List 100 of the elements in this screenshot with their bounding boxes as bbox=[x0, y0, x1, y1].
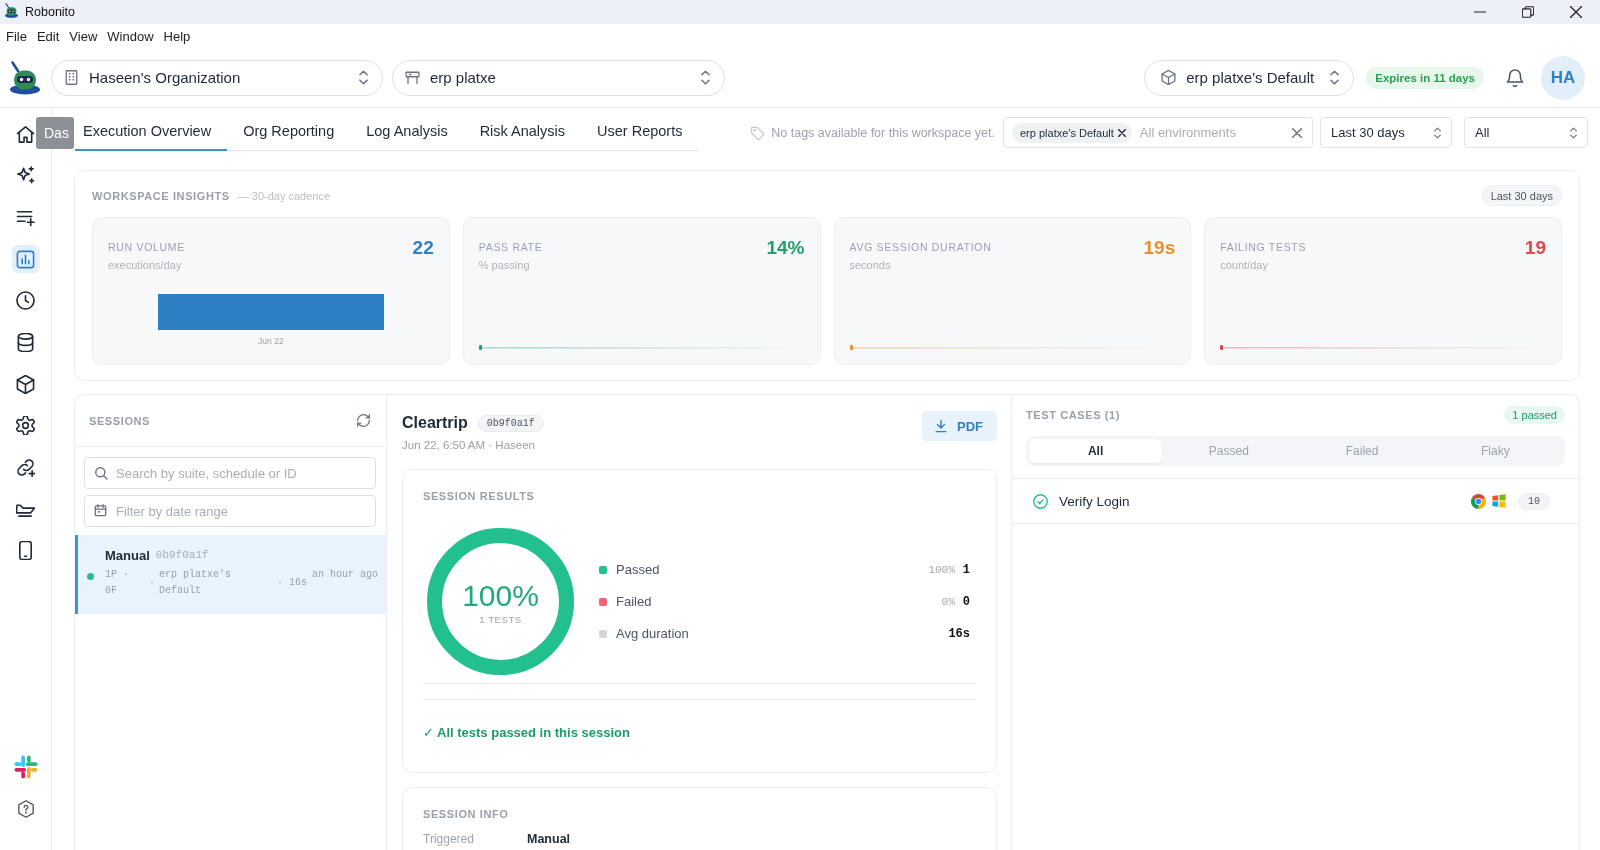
legend-count: 16s bbox=[948, 626, 970, 641]
session-meta: erp platxe's Default bbox=[159, 568, 232, 598]
legend-count: 0 bbox=[962, 594, 970, 609]
bar-chart-icon bbox=[16, 249, 35, 269]
link-plus-icon bbox=[16, 458, 35, 477]
gear-icon bbox=[16, 416, 35, 436]
calendar-icon bbox=[94, 504, 107, 517]
menu-item[interactable]: File bbox=[1, 25, 32, 47]
tooltip: Das bbox=[36, 117, 74, 149]
menu-item[interactable]: Window bbox=[102, 25, 159, 47]
section-title: WORKSPACE INSIGHTS bbox=[92, 189, 230, 202]
metric-unit: count/day bbox=[1220, 258, 1269, 272]
tab[interactable]: Execution Overview bbox=[75, 113, 228, 151]
bell-icon[interactable] bbox=[1506, 68, 1524, 87]
session-meta: · bbox=[149, 576, 156, 590]
menu-item[interactable]: View bbox=[64, 25, 103, 47]
date-range-select[interactable]: Last 30 days bbox=[1320, 117, 1452, 148]
sparkles-icon bbox=[16, 166, 35, 186]
cube-icon bbox=[1161, 70, 1177, 85]
session-meta: · 16s bbox=[277, 576, 307, 590]
user-avatar[interactable]: HA bbox=[1541, 55, 1585, 100]
tab[interactable]: Log Analysis bbox=[350, 113, 464, 151]
remove-icon[interactable] bbox=[1117, 128, 1126, 137]
metric-unit: % passing bbox=[478, 258, 531, 272]
session-id-tag: 0b9f0a1f bbox=[477, 414, 544, 432]
database-icon bbox=[16, 332, 35, 352]
metric-label: AVG SESSION DURATION bbox=[849, 240, 992, 254]
robot-logo-icon bbox=[8, 60, 42, 95]
metric-unit: seconds bbox=[849, 258, 892, 272]
metric-value: 19s bbox=[1143, 240, 1176, 256]
session-meta: 1P · 0F bbox=[105, 568, 130, 598]
summary-text: ✓ All tests passed in this session bbox=[423, 725, 631, 741]
chevron-updown-icon bbox=[701, 70, 710, 85]
info-value: Manual bbox=[527, 832, 571, 846]
session-id: 0b9f0a1f bbox=[155, 549, 209, 561]
legend-percent: 0% bbox=[941, 595, 955, 608]
passed-count: 1 passed bbox=[1504, 406, 1565, 424]
robot-icon bbox=[4, 2, 19, 18]
chevron-updown-icon bbox=[359, 70, 368, 85]
axis-label: Jun 22 bbox=[258, 336, 284, 346]
clear-icon[interactable] bbox=[1292, 127, 1302, 138]
legend-label: Failed bbox=[616, 594, 652, 609]
home-icon bbox=[16, 124, 35, 144]
chevron-updown-icon bbox=[1434, 126, 1441, 139]
search-field[interactable]: Search by suite, schedule or ID bbox=[84, 457, 376, 489]
test-case-name: Verify Login bbox=[1059, 493, 1130, 509]
session-subtitle: Jun 22, 6:50 AM · Haseen bbox=[402, 439, 536, 451]
organization-select[interactable]: Haseen's Organization bbox=[51, 59, 383, 96]
ring-caption: 1 TESTS bbox=[479, 613, 522, 625]
session-name: Manual bbox=[105, 547, 150, 563]
segmented-circle-icon bbox=[1471, 493, 1486, 509]
refresh-icon[interactable] bbox=[357, 414, 370, 427]
info-label: Triggered bbox=[423, 832, 475, 846]
metric-unit: executions/day bbox=[108, 258, 183, 272]
four-squares-icon bbox=[1492, 494, 1506, 508]
tab[interactable]: Risk Analysis bbox=[463, 113, 582, 151]
chevron-updown-icon bbox=[1330, 70, 1340, 85]
project-select[interactable]: erp platxe bbox=[392, 59, 725, 96]
session-title: Cleartrip bbox=[402, 414, 468, 432]
legend-label: Passed bbox=[616, 562, 660, 577]
metric-value: 14% bbox=[766, 240, 805, 256]
smartphone-icon bbox=[16, 541, 35, 561]
section-title: SESSIONS bbox=[89, 414, 151, 427]
metric-label: PASS RATE bbox=[478, 240, 543, 254]
help-icon[interactable] bbox=[16, 800, 35, 818]
cube-icon bbox=[16, 374, 35, 394]
range-label: Last 30 days bbox=[1481, 185, 1562, 206]
pdf-button[interactable]: PDF bbox=[922, 411, 997, 441]
chevron-updown-icon bbox=[1570, 126, 1577, 139]
filter-tab[interactable]: All bbox=[1029, 439, 1163, 463]
menu-item[interactable]: Edit bbox=[31, 25, 65, 47]
search-icon bbox=[94, 466, 108, 480]
tab[interactable]: Org Reporting bbox=[227, 113, 351, 151]
building-icon bbox=[64, 70, 79, 85]
metric-value: 22 bbox=[412, 240, 434, 256]
environment-chip[interactable]: erp platxe's Default bbox=[1012, 122, 1132, 143]
test-case-row[interactable]: Verify Login 10 bbox=[1012, 479, 1579, 524]
environment-input[interactable]: All environments bbox=[1139, 123, 1284, 142]
section-title: SESSION RESULTS bbox=[423, 489, 536, 503]
metric-label: RUN VOLUME bbox=[108, 240, 185, 254]
section-title: TEST CASES (1) bbox=[1026, 409, 1120, 421]
expiry-label: Expires in 11 days bbox=[1366, 66, 1484, 89]
download-icon bbox=[934, 419, 948, 433]
metric-label: FAILING TESTS bbox=[1220, 240, 1307, 254]
hash-logo-icon[interactable] bbox=[13, 755, 38, 780]
menu-item[interactable]: Help bbox=[158, 25, 196, 47]
date-filter-field[interactable]: Filter by date range bbox=[84, 495, 376, 527]
tab[interactable]: User Reports bbox=[581, 113, 699, 151]
section-title: SESSION INFO bbox=[423, 807, 510, 821]
session-time: an hour ago bbox=[312, 568, 378, 582]
metric-value: 19 bbox=[1524, 240, 1546, 256]
section-subtitle: — 30-day cadence bbox=[237, 189, 331, 202]
window-title: Robonito bbox=[25, 5, 76, 19]
environment-filter[interactable]: erp platxe's Default All environments bbox=[1003, 117, 1313, 148]
tags-note: No tags available for this workspace yet. bbox=[771, 125, 995, 140]
legend-percent: 100% bbox=[928, 563, 955, 576]
desk-icon bbox=[405, 70, 420, 85]
run-count: 10 bbox=[1518, 492, 1550, 510]
status-select[interactable]: All bbox=[1464, 117, 1588, 148]
environment-select[interactable]: erp platxe's Default bbox=[1144, 59, 1355, 96]
